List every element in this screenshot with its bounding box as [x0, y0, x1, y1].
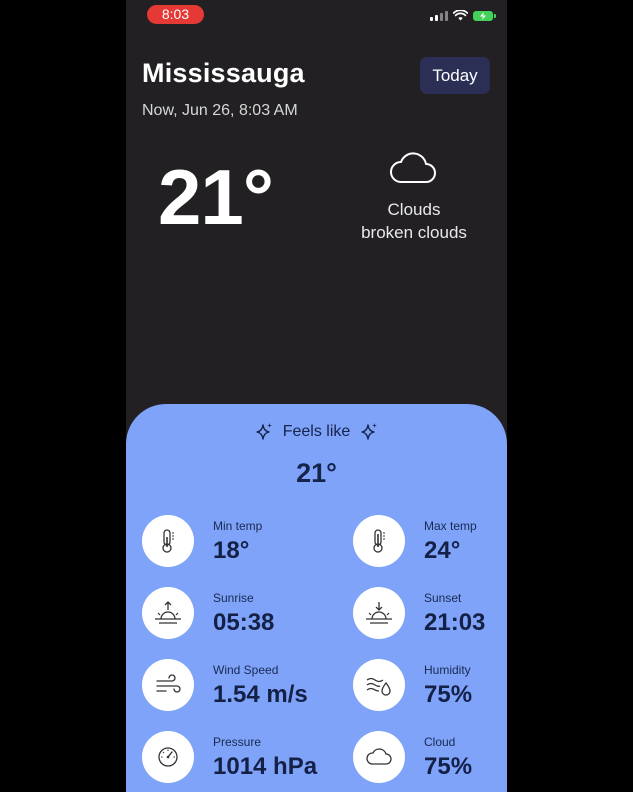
current-temperature: 21°: [158, 153, 274, 241]
feels-like-label: Feels like: [282, 423, 351, 440]
stat-value: 24°: [424, 537, 461, 564]
weather-condition: Clouds: [387, 200, 441, 219]
phone-screen: 8:03 Mississauga Today Now, Jun 26, 8:03…: [126, 0, 507, 792]
stat-label: Min temp: [213, 519, 263, 533]
wind-icon: [156, 674, 181, 693]
stat-label: Max temp: [424, 519, 477, 533]
thermometer-icon: [373, 529, 385, 553]
thermometer-icon: [162, 529, 174, 553]
cloud-icon: [366, 748, 392, 765]
feels-like-header: Feels like: [126, 422, 507, 442]
stat-value: 1014 hPa: [213, 753, 318, 780]
wifi-icon: [453, 10, 468, 21]
current-datetime: Now, Jun 26, 8:03 AM: [142, 102, 298, 119]
stat-label: Sunset: [424, 591, 462, 605]
status-time: 8:03: [147, 5, 204, 24]
stat-label: Wind Speed: [213, 663, 279, 677]
status-icons: [430, 10, 496, 21]
stat-label: Cloud: [424, 735, 456, 749]
stat-label: Humidity: [424, 663, 471, 677]
stat-value: 18°: [213, 537, 250, 564]
sunset-icon: [366, 602, 392, 624]
battery-icon: [473, 10, 496, 21]
sunrise-icon: [155, 601, 181, 624]
details-card: Feels like 21° Min temp 18° Max temp 24°…: [126, 404, 507, 792]
stat-value: 75%: [424, 753, 473, 780]
feels-like-value: 21°: [296, 458, 337, 488]
stat-value: 21:03: [424, 609, 486, 636]
city-name: Mississauga: [142, 58, 305, 88]
cloud-icon: [390, 152, 436, 183]
signal-icon: [430, 10, 448, 21]
today-button[interactable]: Today: [420, 57, 490, 94]
stat-label: Sunrise: [213, 591, 254, 605]
gauge-icon: [158, 747, 178, 767]
stat-value: 75%: [424, 681, 473, 708]
sparkle-icon: [361, 423, 378, 440]
stat-value: 1.54 m/s: [213, 681, 308, 708]
weather-description: broken clouds: [361, 223, 467, 242]
stat-label: Pressure: [213, 735, 262, 749]
stat-value: 05:38: [213, 609, 275, 636]
sparkle-icon: [256, 423, 272, 440]
humidity-icon: [366, 677, 391, 696]
